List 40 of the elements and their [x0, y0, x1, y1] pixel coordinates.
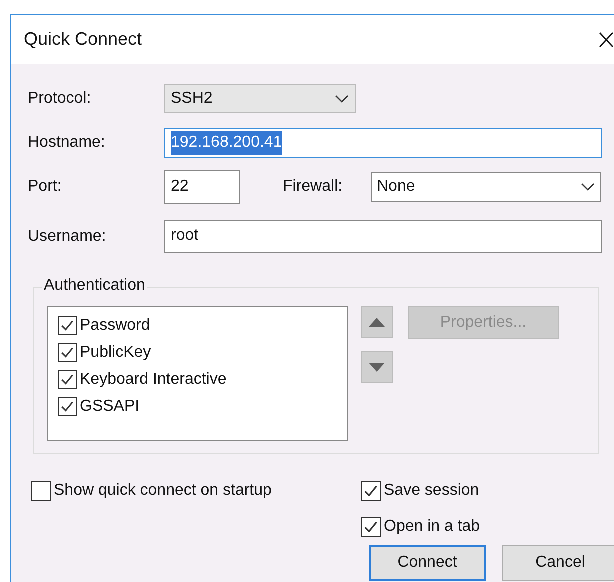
protocol-label: Protocol:: [28, 88, 92, 108]
checkbox[interactable]: [58, 343, 77, 362]
option-label[interactable]: Show quick connect on startup: [54, 479, 272, 503]
method-label[interactable]: Keyboard Interactive: [80, 368, 227, 392]
protocol-dropdown[interactable]: SSH2: [164, 84, 356, 113]
check-icon: [60, 399, 75, 414]
firewall-dropdown[interactable]: None: [371, 172, 601, 202]
checkbox[interactable]: [361, 517, 381, 537]
port-field[interactable]: 22: [164, 170, 240, 204]
username-label: Username:: [28, 226, 108, 246]
check-icon: [363, 483, 379, 499]
option-label[interactable]: Save session: [384, 479, 480, 503]
check-icon: [60, 345, 75, 360]
dialog-button[interactable]: Cancel: [502, 545, 614, 581]
option-label[interactable]: Open in a tab: [384, 515, 480, 539]
checkbox[interactable]: [361, 481, 381, 501]
firewall-label: Firewall:: [283, 177, 344, 197]
method-label[interactable]: Password: [80, 314, 150, 338]
method-label[interactable]: PublicKey: [80, 340, 152, 364]
checkbox[interactable]: [58, 316, 77, 335]
hostname-field[interactable]: 192.168.200.41: [164, 128, 602, 158]
chevron-down-icon: [335, 94, 349, 102]
port-label: Port:: [28, 177, 63, 197]
check-icon: [60, 372, 75, 387]
hostname-label: Hostname:: [28, 132, 106, 152]
checkbox[interactable]: [58, 397, 77, 416]
triangle-up-icon: [369, 318, 385, 326]
triangle-down-icon: [369, 362, 385, 372]
checkbox[interactable]: [58, 370, 77, 389]
move-up-button[interactable]: [361, 306, 393, 338]
chevron-down-icon: [581, 183, 595, 191]
move-down-button[interactable]: [361, 351, 393, 383]
check-icon: [363, 519, 379, 535]
username-field[interactable]: root: [164, 220, 602, 253]
checkbox[interactable]: [31, 481, 51, 501]
dialog-button[interactable]: Connect: [369, 545, 486, 581]
check-icon: [60, 318, 75, 333]
close-icon: [599, 32, 613, 48]
method-label[interactable]: GSSAPI: [80, 394, 140, 418]
window-title: Quick Connect: [24, 28, 142, 51]
